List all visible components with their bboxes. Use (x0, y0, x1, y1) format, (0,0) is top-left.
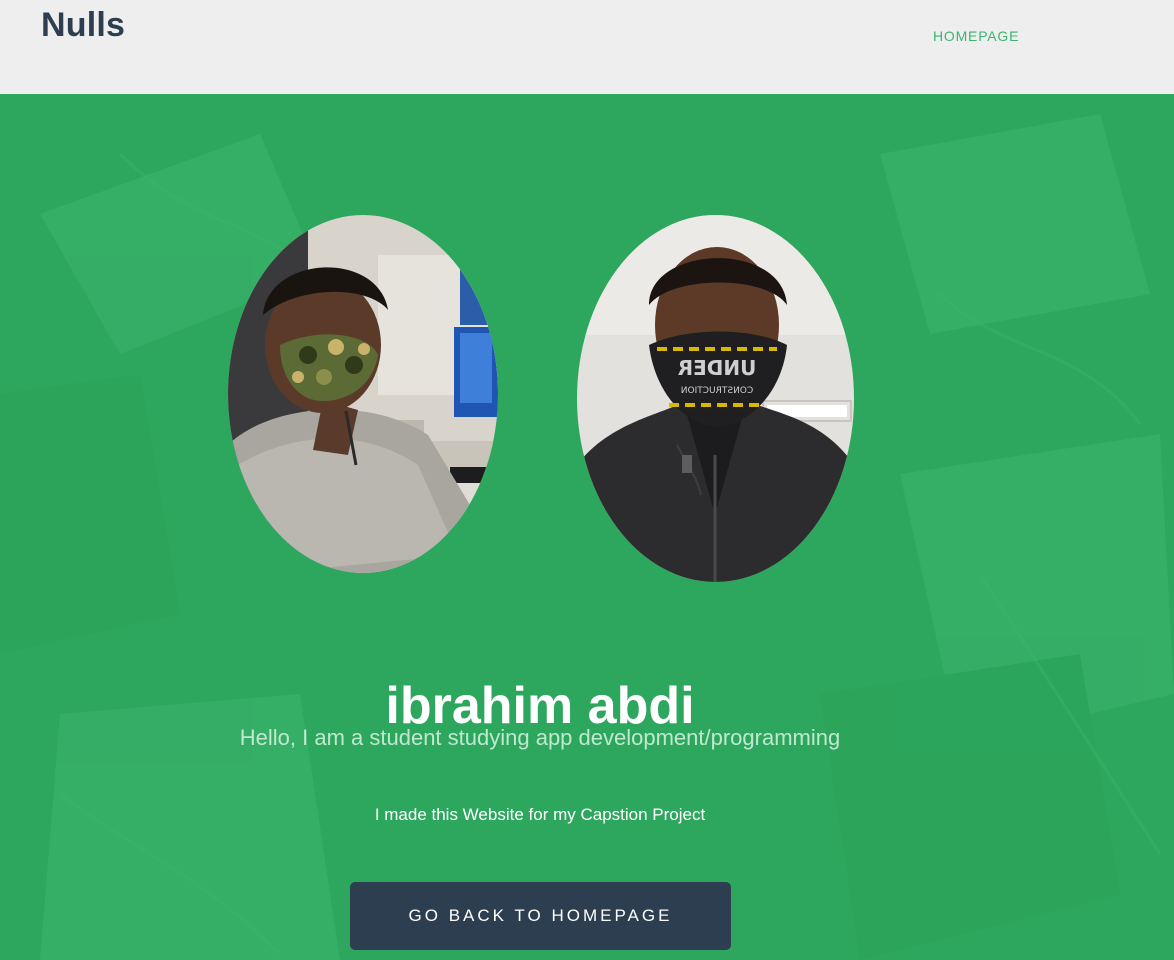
brand-logo[interactable]: Nulls (41, 6, 125, 45)
student-photo-right: UNDER CONSTRUCTION (577, 215, 854, 582)
svg-text:CONSTRUCTION: CONSTRUCTION (681, 386, 753, 396)
page: Nulls HOMEPAGE UNDER CONSTRUCTION ibrahi… (0, 0, 1174, 960)
nav-link-homepage[interactable]: HOMEPAGE (933, 28, 1019, 44)
project-note: I made this Website for my Capstion Proj… (374, 805, 706, 824)
hero-background (0, 94, 1174, 960)
student-photo-left (228, 215, 498, 573)
hero-section: UNDER CONSTRUCTION ibrahim abdi Hello, I… (0, 94, 1174, 960)
svg-text:UNDER: UNDER (678, 356, 757, 380)
site-header: Nulls HOMEPAGE (0, 0, 1174, 94)
hero-subtitle: Hello, I am a student studying app devel… (239, 725, 841, 750)
go-back-homepage-button[interactable]: GO BACK TO HOMEPAGE (350, 882, 731, 950)
